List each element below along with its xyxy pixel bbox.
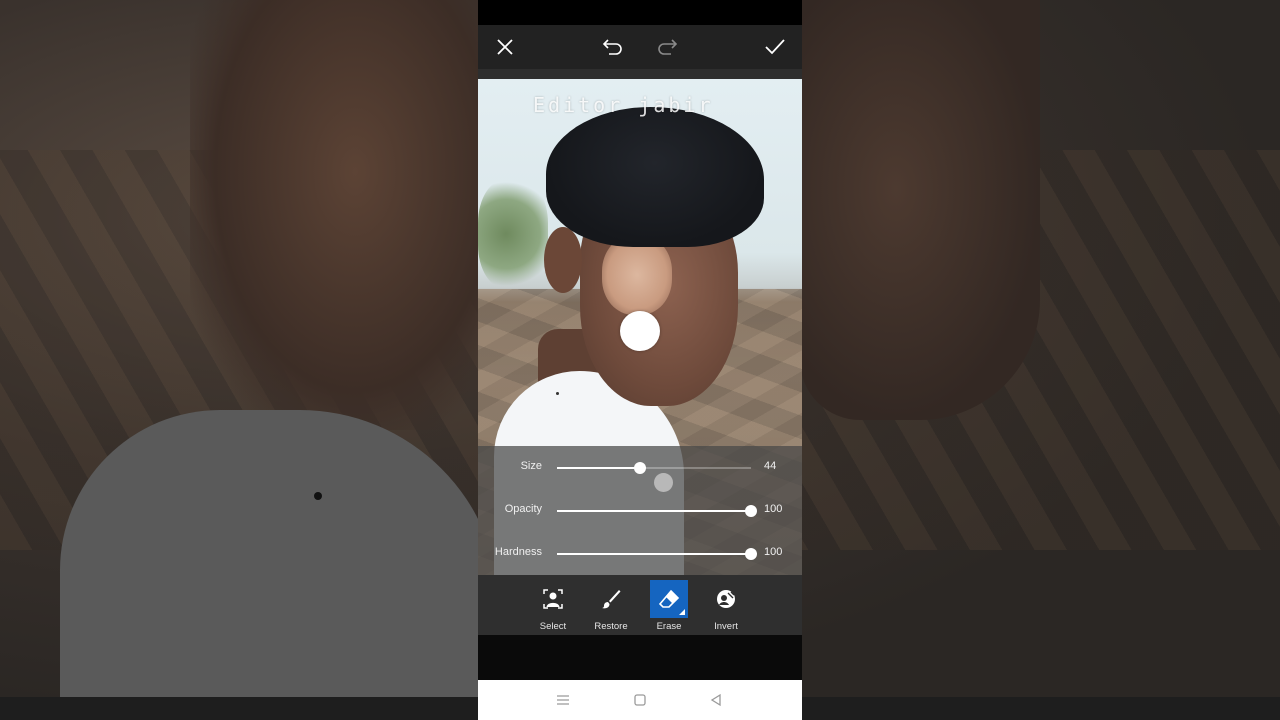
hardness-slider-thumb[interactable] — [745, 548, 757, 560]
opacity-slider-fill — [557, 510, 751, 512]
tool-restore-label: Restore — [594, 621, 628, 632]
subject-hair — [546, 107, 764, 247]
erased-area — [602, 235, 672, 315]
hardness-label: Hardness — [494, 546, 542, 558]
home-button[interactable] — [630, 690, 650, 710]
redo-button[interactable] — [653, 33, 681, 61]
background-neck — [190, 0, 490, 430]
brush-cursor[interactable] — [620, 311, 660, 351]
hardness-value: 100 — [764, 546, 783, 558]
undo-button[interactable] — [599, 33, 627, 61]
tool-invert[interactable]: Invert — [697, 579, 755, 633]
size-slider-row: Size 44 — [478, 457, 802, 492]
hardness-slider[interactable] — [557, 548, 757, 560]
redo-icon — [658, 39, 678, 55]
hardness-slider-row: Hardness 100 — [478, 543, 802, 563]
close-button[interactable] — [491, 33, 519, 61]
size-label: Size — [520, 460, 542, 472]
tool-invert-icon-wrap — [707, 580, 745, 618]
opacity-slider[interactable] — [557, 505, 757, 517]
tool-restore[interactable]: Restore — [582, 579, 640, 633]
top-divider-strip — [478, 69, 802, 79]
tool-bar: Select Restore Erase Invert — [478, 575, 802, 635]
tool-erase[interactable]: Erase — [640, 579, 698, 633]
check-icon — [765, 39, 785, 55]
undo-icon — [602, 39, 622, 55]
tool-erase-label: Erase — [656, 621, 682, 632]
opacity-label: Opacity — [504, 503, 542, 515]
invert-icon — [717, 590, 735, 608]
brush-settings-panel: Size 44 Opacity 100 Hardness 100 — [478, 446, 802, 575]
brush-icon — [602, 590, 621, 609]
person-select-icon — [543, 589, 563, 609]
size-slider-thumb[interactable] — [634, 462, 647, 474]
empty-panel — [478, 635, 802, 680]
tool-invert-label: Invert — [714, 621, 738, 632]
photo-canvas[interactable]: Editor jabir Size 44 Opacity 100 Hardnes… — [478, 79, 802, 575]
size-slider-fill — [557, 467, 641, 469]
background-dot — [314, 492, 322, 500]
system-nav-bar — [478, 680, 802, 720]
tool-select-icon-wrap — [534, 580, 572, 618]
close-icon — [497, 39, 513, 55]
phone-screen: Editor jabir Size 44 Opacity 100 Hardnes… — [478, 0, 802, 720]
home-square-icon — [634, 694, 646, 706]
background-tree — [478, 179, 548, 289]
size-drag-indicator — [654, 473, 673, 492]
subject-ear — [544, 227, 582, 293]
tool-select-label: Select — [539, 621, 567, 632]
back-triangle-icon — [710, 693, 721, 707]
size-value: 44 — [764, 460, 777, 472]
erase-options-corner — [679, 609, 685, 615]
menu-button[interactable] — [553, 690, 573, 710]
tool-erase-icon-wrap — [650, 580, 688, 618]
shirt-spot — [556, 392, 559, 395]
opacity-slider-thumb[interactable] — [745, 505, 757, 517]
menu-icon — [557, 695, 569, 705]
editor-top-bar — [478, 25, 802, 69]
background-face — [800, 0, 1040, 420]
eraser-icon — [658, 589, 680, 608]
hardness-slider-fill — [557, 553, 751, 555]
size-slider[interactable] — [557, 462, 751, 474]
watermark-text: Editor jabir — [533, 93, 714, 117]
opacity-value: 100 — [764, 503, 783, 515]
apply-button[interactable] — [761, 33, 789, 61]
tool-restore-icon-wrap — [592, 580, 630, 618]
opacity-slider-row: Opacity 100 — [478, 500, 802, 520]
back-button[interactable] — [706, 690, 726, 710]
tool-select[interactable]: Select — [524, 579, 582, 633]
